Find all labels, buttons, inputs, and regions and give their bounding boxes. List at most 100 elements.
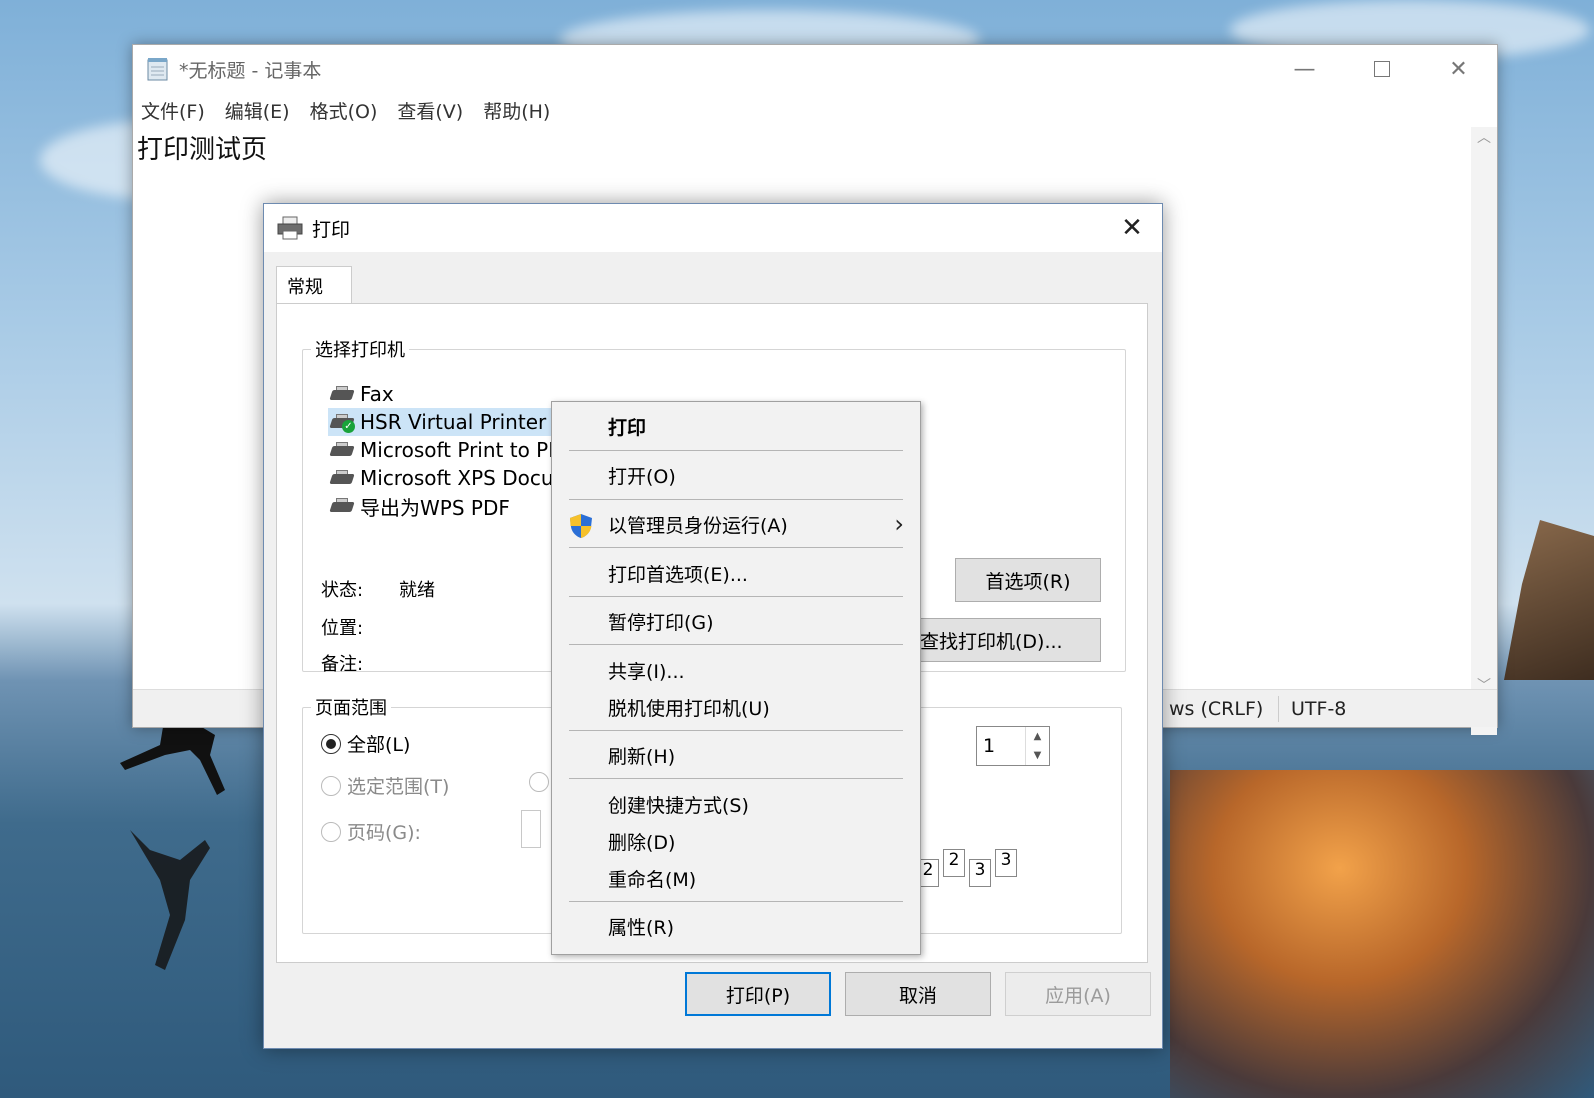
- menu-item-label: 属性(R): [608, 916, 675, 939]
- menu-item-pause[interactable]: 暂停打印(G): [552, 605, 920, 637]
- uac-shield-icon: [570, 514, 592, 538]
- page-range-label: 页面范围: [315, 698, 387, 719]
- minimize-button[interactable]: —: [1266, 45, 1343, 93]
- find-printer-button[interactable]: 查找打印机(D)...: [907, 618, 1101, 662]
- default-printer-icon: ✓: [329, 414, 355, 433]
- status-divider: [1278, 696, 1279, 722]
- menu-item-print[interactable]: 打印: [552, 410, 920, 442]
- print-dialog-titlebar[interactable]: 打印 ✕: [264, 204, 1162, 252]
- printer-label: 导出为WPS PDF: [360, 495, 510, 520]
- print-dialog-title: 打印: [312, 218, 351, 241]
- copies-value: 1: [983, 735, 996, 757]
- status-value: 就绪: [399, 580, 435, 601]
- menu-item-properties[interactable]: 属性(R): [552, 910, 920, 942]
- notepad-icon: [147, 58, 168, 81]
- status-label: 状态:: [321, 580, 364, 601]
- menu-edit[interactable]: 编辑(E): [225, 97, 290, 124]
- notepad-editor-text[interactable]: 打印测试页: [137, 129, 267, 166]
- menu-item-label: 创建快捷方式(S): [608, 794, 749, 817]
- radio-pages-indicator: [321, 821, 341, 842]
- menu-separator: [569, 596, 903, 597]
- menu-format[interactable]: 格式(O): [310, 97, 378, 124]
- menu-separator: [569, 644, 903, 645]
- vertical-scrollbar[interactable]: ︿ ﹀: [1471, 127, 1497, 735]
- radio-all-label: 全部(L): [347, 734, 411, 756]
- radio-all[interactable]: 全部(L): [321, 730, 410, 757]
- radio-pages[interactable]: 页码(G):: [321, 818, 421, 845]
- printer-icon: [329, 442, 355, 458]
- dialog-close-button[interactable]: ✕: [1112, 210, 1152, 246]
- menu-item-label: 打开(O): [608, 465, 676, 488]
- runner-silhouette: [120, 715, 225, 795]
- notepad-menubar: 文件(F) 编辑(E) 格式(O) 查看(V) 帮助(H): [133, 93, 1497, 127]
- preferences-button[interactable]: 首选项(R): [955, 558, 1101, 602]
- apply-button[interactable]: 应用(A): [1005, 972, 1151, 1016]
- pages-input[interactable]: [521, 810, 541, 848]
- printer-label: Fax: [360, 382, 394, 406]
- spin-down-icon[interactable]: ▼: [1026, 746, 1049, 765]
- menu-item-delete[interactable]: 删除(D): [552, 825, 920, 857]
- menu-help[interactable]: 帮助(H): [483, 97, 550, 124]
- menu-item-print-preferences[interactable]: 打印首选项(E)...: [552, 557, 920, 589]
- close-icon: ✕: [1449, 56, 1468, 82]
- radio-selection-label: 选定范围(T): [347, 776, 450, 798]
- menu-item-label: 打印: [608, 416, 647, 439]
- printer-context-menu: 打印 打开(O) 以管理员身份运行(A) › 打印首选项(E)... 暂停打印(…: [551, 401, 921, 955]
- spin-up-icon[interactable]: ▲: [1026, 727, 1049, 746]
- cancel-button[interactable]: 取消: [845, 972, 991, 1016]
- printer-icon: [329, 470, 355, 486]
- collate-page: 2: [943, 849, 965, 877]
- collate-icon: 2 2 3 3: [917, 849, 1017, 887]
- chevron-right-icon: ›: [894, 510, 904, 538]
- runner-reflection: [130, 830, 210, 970]
- radio-all-indicator: [321, 733, 341, 754]
- copies-spin-buttons[interactable]: ▲ ▼: [1025, 727, 1049, 765]
- menu-separator: [569, 547, 903, 548]
- menu-separator: [569, 778, 903, 779]
- line-ending-status: ws (CRLF): [1169, 698, 1264, 720]
- minimize-icon: —: [1293, 56, 1316, 82]
- menu-item-label: 打印首选项(E)...: [608, 563, 748, 586]
- radio-current-page-indicator: [529, 772, 549, 792]
- encoding-status: UTF-8: [1291, 698, 1347, 720]
- close-button[interactable]: ✕: [1420, 45, 1497, 93]
- collate-page: 3: [995, 849, 1017, 877]
- copies-stepper[interactable]: 1 ▲ ▼: [976, 726, 1050, 766]
- printer-label: Microsoft Print to PD: [360, 438, 564, 462]
- menu-item-label: 暂停打印(G): [608, 611, 714, 634]
- menu-item-create-shortcut[interactable]: 创建快捷方式(S): [552, 788, 920, 820]
- notepad-title: *无标题 - 记事本: [179, 59, 322, 82]
- notepad-titlebar[interactable]: *无标题 - 记事本 — ✕: [133, 45, 1497, 93]
- rock: [1504, 520, 1594, 680]
- menu-item-label: 以管理员身份运行(A): [608, 514, 788, 537]
- menu-item-offline[interactable]: 脱机使用打印机(U): [552, 691, 920, 723]
- menu-separator: [569, 499, 903, 500]
- menu-item-share[interactable]: 共享(I)...: [552, 654, 920, 686]
- radio-pages-label: 页码(G):: [347, 822, 421, 844]
- scroll-up-icon[interactable]: ︿: [1471, 127, 1497, 147]
- menu-view[interactable]: 查看(V): [397, 97, 463, 124]
- printer-label: HSR Virtual Printer: [360, 410, 547, 434]
- radio-selection[interactable]: 选定范围(T): [321, 772, 449, 799]
- printer-icon: [329, 498, 355, 514]
- menu-item-refresh[interactable]: 刷新(H): [552, 739, 920, 771]
- radio-selection-indicator: [321, 775, 341, 796]
- menu-item-label: 删除(D): [608, 831, 676, 854]
- close-icon: ✕: [1121, 213, 1143, 243]
- menu-item-rename[interactable]: 重命名(M): [552, 862, 920, 894]
- print-button[interactable]: 打印(P): [685, 972, 831, 1016]
- collate-page: 3: [969, 859, 991, 887]
- tab-general[interactable]: 常规: [276, 266, 352, 304]
- comment-label: 备注:: [321, 654, 364, 675]
- menu-separator: [569, 901, 903, 902]
- menu-item-label: 重命名(M): [608, 868, 697, 891]
- printer-label: Microsoft XPS Docu: [360, 466, 554, 490]
- maximize-button[interactable]: [1343, 45, 1420, 93]
- menu-item-open[interactable]: 打开(O): [552, 459, 920, 491]
- printer-icon: [277, 216, 303, 240]
- menu-item-label: 脱机使用打印机(U): [608, 697, 770, 720]
- menu-file[interactable]: 文件(F): [141, 97, 205, 124]
- menu-item-run-as-admin[interactable]: 以管理员身份运行(A) ›: [552, 508, 920, 540]
- maximize-icon: [1373, 61, 1390, 77]
- location-label: 位置:: [321, 618, 364, 639]
